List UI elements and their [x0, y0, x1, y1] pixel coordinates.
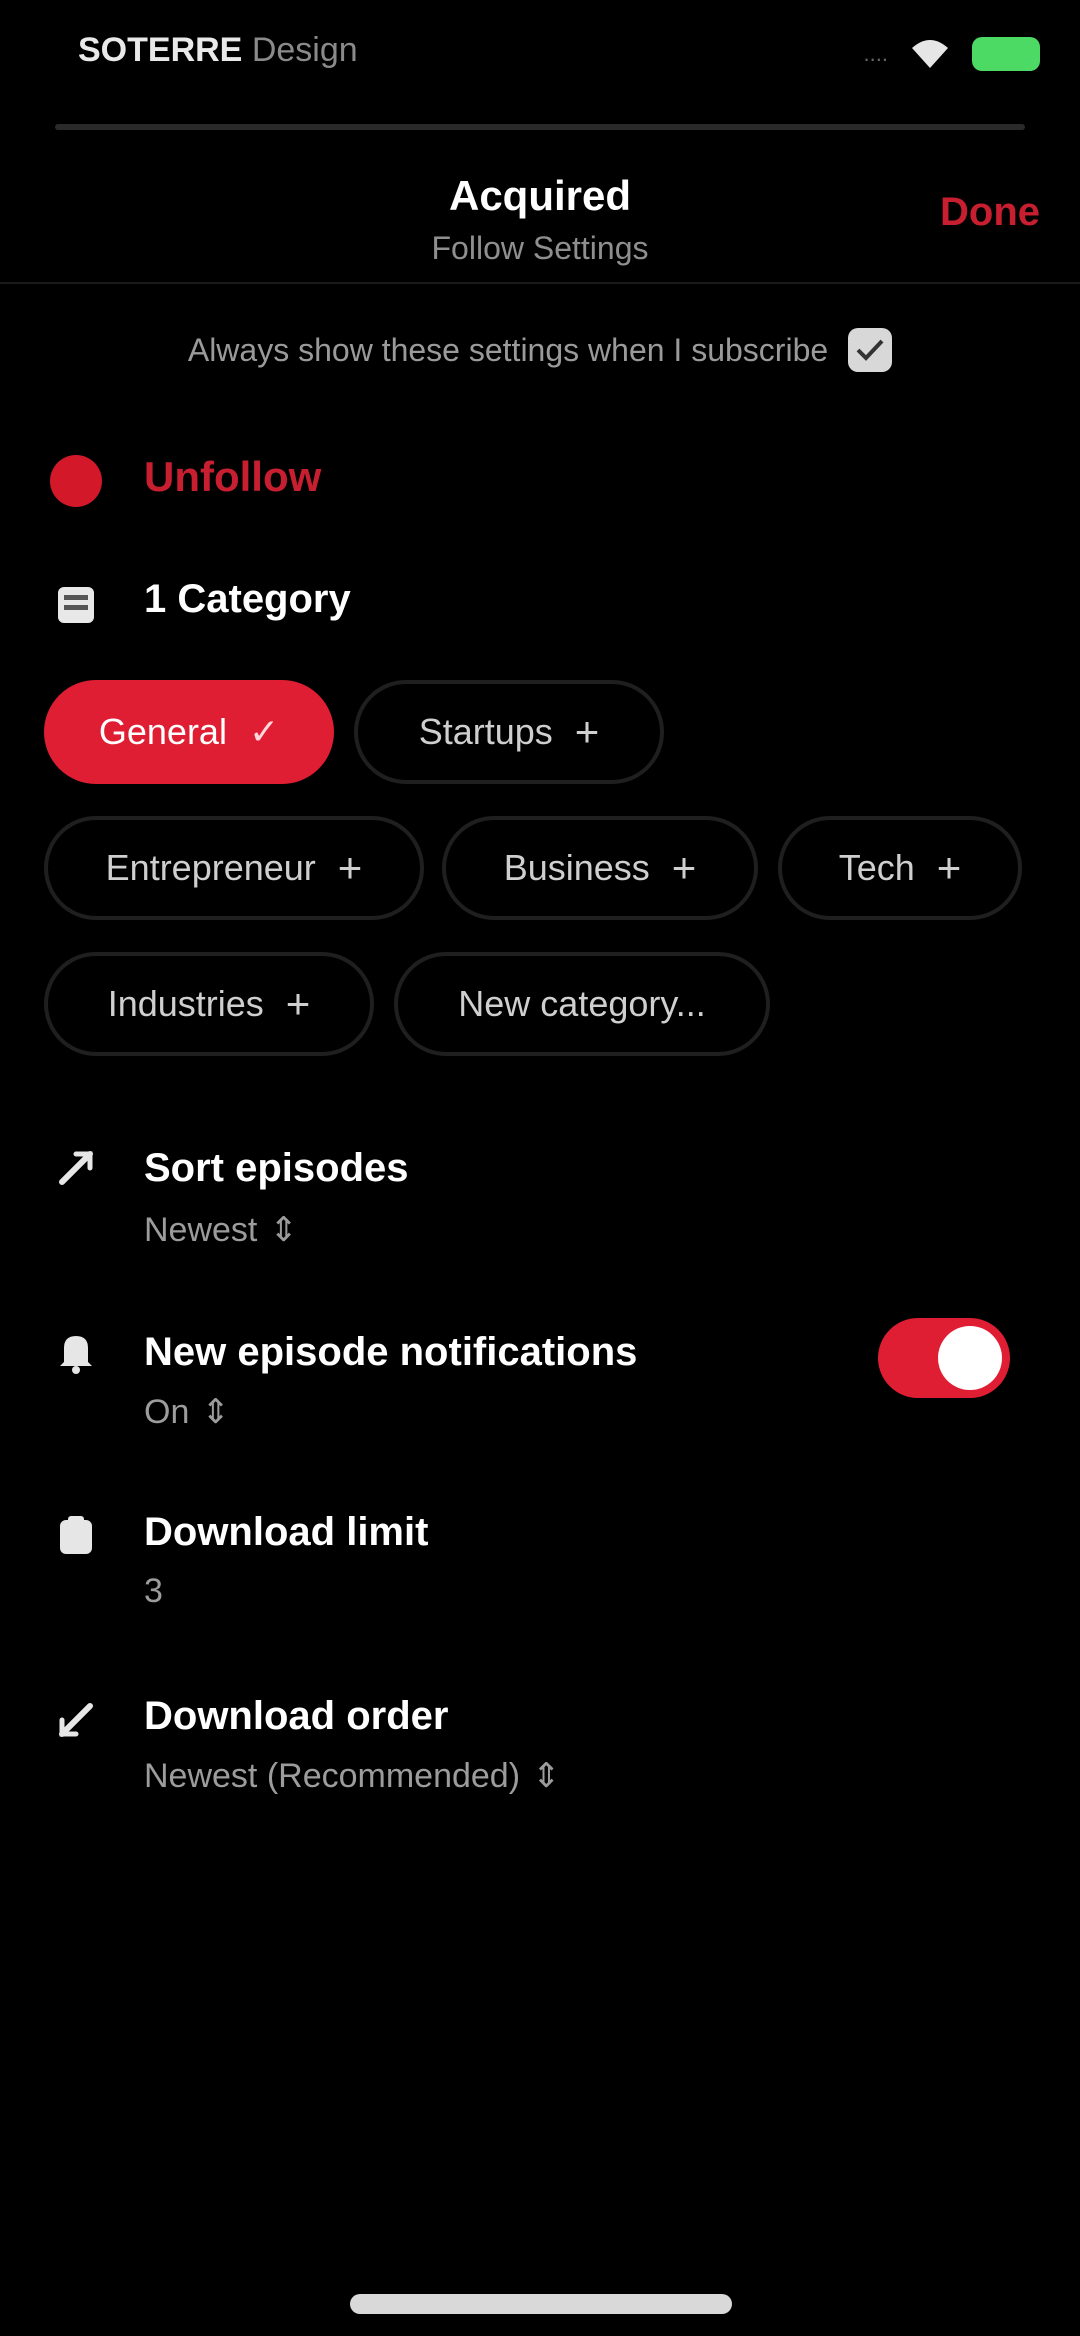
chip-label: Business — [503, 847, 650, 888]
sort-icon — [48, 1140, 104, 1196]
bell-icon — [48, 1324, 104, 1380]
sort-episodes-value-label: Newest — [144, 1210, 258, 1249]
chevron-updown-icon: ⇕ — [532, 1757, 561, 1795]
done-button[interactable]: Done — [940, 190, 1040, 235]
plus-icon: + — [936, 844, 962, 891]
wifi-icon — [910, 38, 950, 70]
download-limit-icon — [48, 1508, 104, 1564]
header-divider — [0, 282, 1080, 284]
sort-episodes-title[interactable]: Sort episodes — [144, 1146, 409, 1191]
carrier-suffix: Design — [251, 31, 358, 69]
unfollow-icon[interactable] — [48, 453, 104, 509]
chip-label: Tech — [838, 847, 915, 888]
signal-icon: .... — [863, 41, 888, 66]
chip-entrepreneur[interactable]: Entrepreneur + — [44, 816, 424, 920]
chevron-updown-icon: ⇕ — [201, 1393, 230, 1431]
notifications-value[interactable]: On ⇕ — [144, 1392, 230, 1432]
category-icon — [48, 577, 104, 633]
chip-industries[interactable]: Industries + — [44, 952, 374, 1056]
chip-new-category[interactable]: New category... — [394, 952, 770, 1056]
carrier-name: SOTERRE — [78, 31, 243, 69]
download-limit-title[interactable]: Download limit — [144, 1510, 428, 1555]
check-icon: ✓ — [248, 711, 280, 752]
download-order-title[interactable]: Download order — [144, 1694, 448, 1739]
download-limit-value[interactable]: 3 — [144, 1572, 163, 1611]
always-show-checkbox[interactable] — [848, 328, 893, 372]
chip-startups[interactable]: Startups + — [354, 680, 664, 784]
checkmark-icon — [856, 339, 884, 361]
chip-label: Entrepreneur — [105, 847, 316, 888]
chip-label: Industries — [107, 983, 264, 1024]
unfollow-button[interactable]: Unfollow — [144, 453, 321, 501]
plus-icon: + — [337, 844, 363, 891]
toggle-knob — [938, 1326, 1002, 1390]
notifications-toggle[interactable] — [878, 1318, 1010, 1398]
plus-icon: + — [671, 844, 697, 891]
page-subtitle: Follow Settings — [431, 230, 649, 266]
download-order-icon — [48, 1692, 104, 1748]
plus-icon: + — [574, 708, 600, 755]
sort-episodes-value[interactable]: Newest ⇕ — [144, 1210, 298, 1250]
chevron-updown-icon: ⇕ — [269, 1211, 298, 1249]
always-show-row[interactable]: Always show these settings when I subscr… — [0, 322, 1080, 378]
chip-label: Startups — [418, 711, 553, 752]
notifications-value-label: On — [144, 1392, 190, 1431]
plus-icon: + — [285, 980, 311, 1027]
always-show-label: Always show these settings when I subscr… — [187, 331, 829, 368]
chip-tech[interactable]: Tech + — [778, 816, 1022, 920]
category-count: 1 Category — [144, 577, 351, 621]
download-order-value[interactable]: Newest (Recommended) ⇕ — [144, 1756, 561, 1796]
battery-icon — [972, 37, 1040, 71]
home-indicator[interactable] — [350, 2294, 732, 2314]
chip-label: General — [98, 711, 227, 752]
download-order-value-label: Newest (Recommended) — [144, 1756, 521, 1795]
status-bar-indicators: .... — [820, 32, 1040, 76]
status-bar-carrier: SOTERRE Design — [78, 28, 418, 72]
chip-label: New category... — [458, 983, 706, 1024]
sheet-grabber[interactable] — [55, 124, 1025, 130]
notifications-title: New episode notifications — [144, 1330, 638, 1374]
chip-business[interactable]: Business + — [442, 816, 758, 920]
page-title: Acquired — [448, 172, 632, 219]
chip-general[interactable]: General ✓ — [44, 680, 334, 784]
